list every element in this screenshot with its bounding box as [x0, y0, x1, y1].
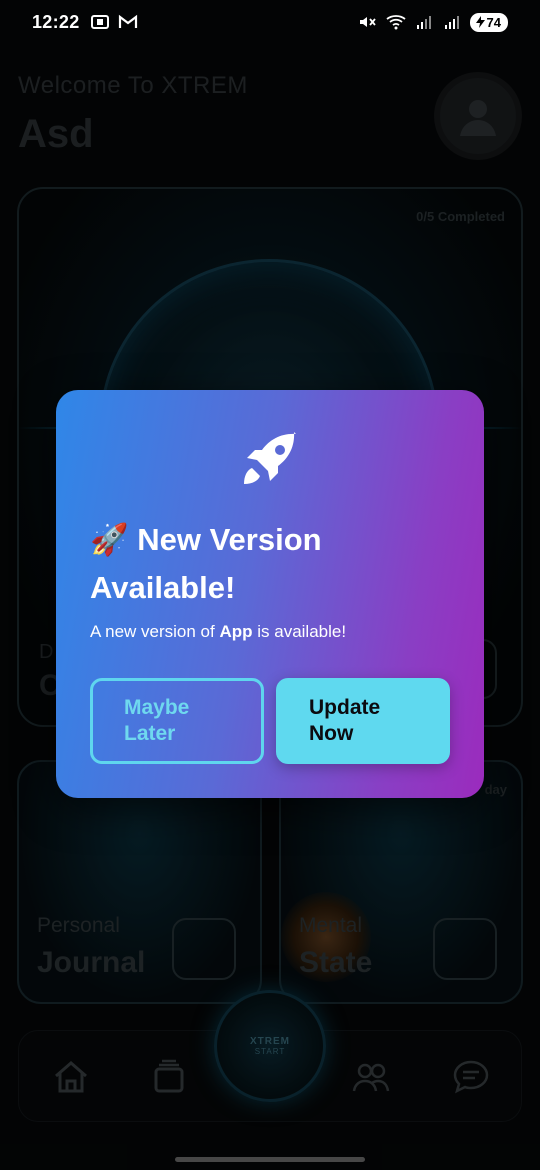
dialog-message-prefix: A new version of — [90, 622, 220, 641]
update-now-label: Update Now — [309, 696, 381, 745]
gmail-icon — [118, 14, 137, 28]
dialog-title: 🚀 New Version Available! — [90, 522, 322, 605]
dialog-message-suffix: is available! — [252, 622, 347, 641]
signal-icon — [444, 16, 459, 29]
status-right-icons: 74 — [358, 12, 508, 32]
wifi-icon — [385, 15, 406, 30]
dialog-message-app: App — [219, 622, 253, 641]
update-dialog: 🚀 New Version Available! A new version o… — [56, 390, 484, 798]
status-bar: 12:22 74 — [0, 0, 540, 44]
mute-icon — [359, 17, 376, 27]
battery-icon: 74 — [469, 12, 508, 32]
rocket-icon — [244, 432, 296, 484]
update-now-button[interactable]: Update Now — [276, 678, 450, 764]
charging-icon — [475, 16, 485, 28]
status-left-icons — [90, 14, 138, 30]
dialog-message: A new version of App is available! — [90, 622, 346, 642]
maybe-later-label: Maybe Later — [124, 696, 190, 745]
battery-level: 74 — [486, 14, 501, 30]
status-time: 12:22 — [32, 11, 80, 32]
screenshot-icon — [90, 15, 109, 29]
maybe-later-button[interactable]: Maybe Later — [90, 678, 264, 764]
signal-icon — [416, 16, 431, 29]
